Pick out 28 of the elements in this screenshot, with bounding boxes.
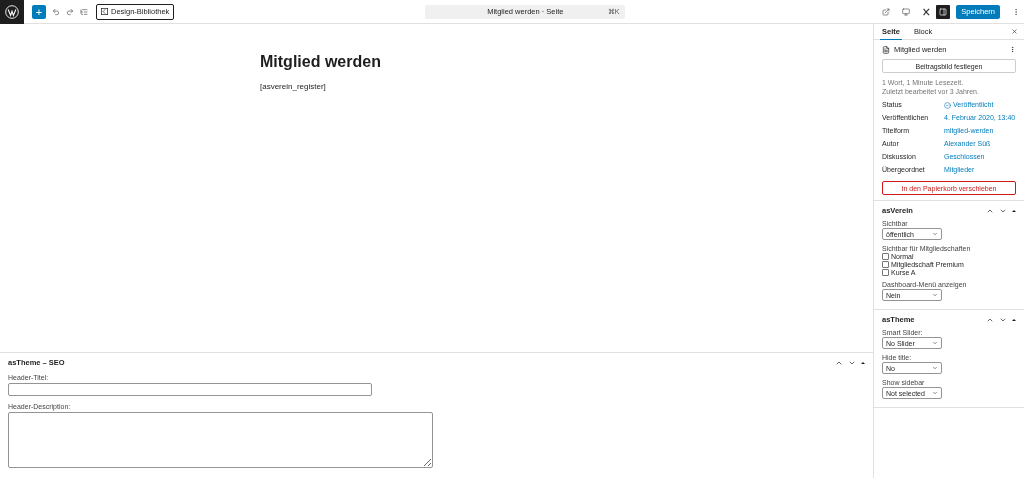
title-field[interactable]	[8, 383, 372, 396]
sidebar-toggle-button[interactable]	[936, 4, 951, 19]
more-options-icon[interactable]	[1012, 7, 1020, 16]
wordpress-logo-icon[interactable]	[0, 0, 24, 24]
checkbox[interactable]	[882, 261, 889, 268]
shortcode-text[interactable]: [asverein_register]	[260, 82, 873, 91]
chevron-down-icon	[932, 340, 938, 346]
check-circle-icon	[944, 101, 951, 109]
page-icon	[882, 45, 890, 54]
checkbox[interactable]	[882, 269, 889, 276]
redo-icon[interactable]	[66, 7, 74, 16]
collapse-icon[interactable]	[1012, 318, 1016, 321]
add-block-button[interactable]: +	[32, 4, 46, 19]
page-title[interactable]: Mitglied werden	[260, 52, 873, 72]
collapse-icon[interactable]	[1012, 209, 1016, 212]
description-field[interactable]	[8, 412, 433, 468]
chevron-down-icon	[932, 292, 938, 298]
list-view-icon[interactable]	[80, 7, 88, 16]
undo-icon[interactable]	[52, 7, 60, 16]
library-icon	[101, 8, 108, 15]
chevron-down-icon	[932, 231, 938, 237]
external-link-icon[interactable]	[882, 7, 891, 16]
monitor-icon[interactable]	[902, 7, 911, 16]
close-icon[interactable]	[1011, 28, 1018, 35]
chevron-down-icon	[932, 365, 938, 371]
checkbox[interactable]	[882, 253, 889, 260]
chevron-down-icon	[932, 390, 938, 396]
collapse-icon[interactable]	[861, 361, 865, 364]
